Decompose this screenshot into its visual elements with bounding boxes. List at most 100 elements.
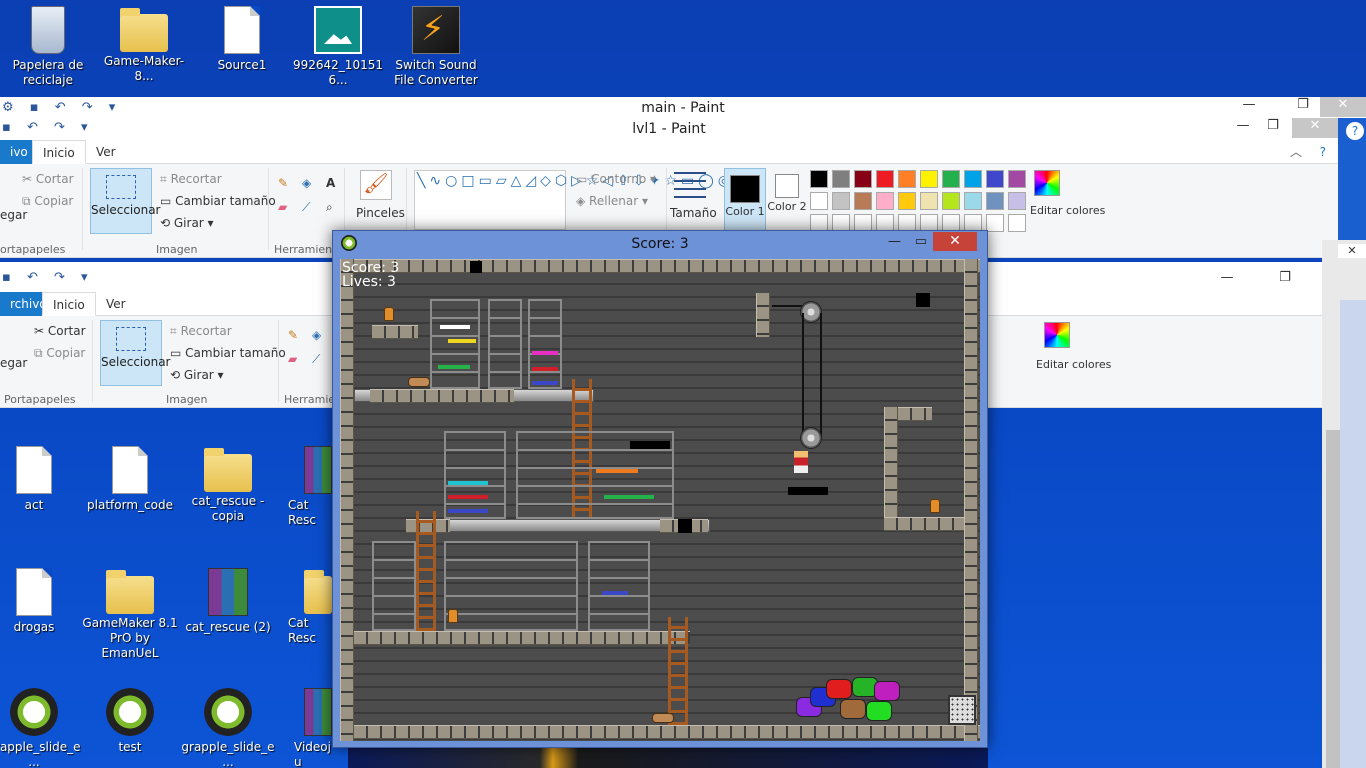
minimize-button[interactable]: —: [1232, 97, 1266, 117]
cut-button[interactable]: ✂ Cortar: [22, 172, 74, 186]
eraser-icon[interactable]: ▰: [288, 352, 297, 366]
scrollbar-thumb[interactable]: [1326, 430, 1340, 768]
tab-view[interactable]: Ver: [86, 140, 126, 164]
brushes-icon[interactable]: 🖌: [360, 170, 392, 200]
close-icon[interactable]: ✕: [1338, 244, 1366, 258]
cut-button[interactable]: ✂ Cortar: [34, 324, 86, 338]
resize-button[interactable]: ▭ Cambiar tamaño: [170, 346, 286, 360]
desktop-icon-cat-rescue-archive[interactable]: Cat Resc: [276, 446, 336, 528]
color1-button[interactable]: Color 1: [724, 168, 766, 238]
palette-swatch[interactable]: [832, 170, 850, 188]
palette-swatch-empty[interactable]: [1008, 214, 1026, 232]
color-picker-icon[interactable]: ⟋: [302, 200, 310, 215]
palette-swatch[interactable]: [920, 170, 938, 188]
select-button[interactable]: Seleccionar: [90, 168, 160, 234]
size-button[interactable]: Tamaño: [670, 206, 717, 220]
fill-button[interactable]: ◈ Rellenar ▾: [576, 194, 648, 208]
palette-swatch-empty[interactable]: [986, 214, 1004, 232]
crop-button[interactable]: ⌗ Recortar: [170, 324, 232, 339]
desktop-icon-cat-rescue-folder[interactable]: Cat Resc: [276, 568, 336, 646]
desktop-icon-act[interactable]: act: [0, 446, 82, 513]
shapes-gallery[interactable]: ╲∿○□▭▱△◿◇⬡▷☆◁⇧⇩✦☆▭◯◎: [414, 170, 730, 230]
palette-swatch[interactable]: [898, 170, 916, 188]
help-icon[interactable]: ?: [1346, 122, 1364, 140]
desktop-icon-test[interactable]: test: [82, 688, 178, 755]
size-icon[interactable]: [674, 172, 706, 200]
desktop-icon-videojuegos[interactable]: Videoju: [276, 688, 336, 768]
color-picker-icon[interactable]: ⟋: [312, 352, 320, 367]
edit-colors-icon[interactable]: [1044, 322, 1070, 348]
maximize-button[interactable]: ❐: [1286, 97, 1320, 117]
maximize-button[interactable]: ▭: [915, 234, 927, 249]
desktop-icon-grapple-slide-2[interactable]: grapple_slide_e...: [180, 688, 276, 768]
minimize-button[interactable]: —: [1210, 270, 1244, 290]
desktop-icon-recycle-bin[interactable]: Papelera de reciclaje: [0, 6, 96, 88]
fill-bucket-icon[interactable]: ◈: [312, 328, 321, 342]
tab-home[interactable]: Inicio: [42, 292, 96, 316]
book: [448, 481, 488, 485]
crop-button[interactable]: ⌗ Recortar: [160, 172, 222, 187]
paste-button[interactable]: egar: [0, 356, 27, 370]
game-canvas[interactable]: Score: 3 Lives: 3: [340, 259, 980, 741]
magnifier-icon[interactable]: ⌕: [326, 200, 333, 215]
select-button[interactable]: Seleccionar: [100, 320, 170, 386]
rotate-button[interactable]: ⟲ Girar ▾: [160, 216, 214, 230]
palette-swatch[interactable]: [854, 170, 872, 188]
tab-home[interactable]: Inicio: [32, 140, 86, 164]
close-button[interactable]: ✕: [1320, 97, 1366, 117]
desktop-icon-gamemaker-folder[interactable]: GameMaker 8.1 PrO by EmanUeL: [82, 568, 178, 661]
tab-view[interactable]: Ver: [96, 292, 136, 316]
palette-swatch[interactable]: [876, 192, 894, 210]
desktop-icon-source1[interactable]: Source1: [194, 6, 290, 73]
palette-swatch[interactable]: [964, 170, 982, 188]
palette-swatch[interactable]: [810, 170, 828, 188]
resize-button[interactable]: ▭ Cambiar tamaño: [160, 194, 276, 208]
maximize-button[interactable]: ❐: [1256, 118, 1290, 138]
palette-swatch[interactable]: [832, 192, 850, 210]
palette-swatch[interactable]: [1008, 192, 1026, 210]
maximize-button[interactable]: ❐: [1268, 270, 1302, 290]
palette-swatch[interactable]: [876, 170, 894, 188]
eraser-icon[interactable]: ▰: [278, 200, 287, 214]
palette-swatch[interactable]: [810, 192, 828, 210]
desktop-icon-sound-converter[interactable]: Switch Sound File Converter: [388, 6, 484, 88]
palette-swatch[interactable]: [942, 192, 960, 210]
close-button[interactable]: ✕: [933, 232, 977, 251]
palette-swatch[interactable]: [942, 170, 960, 188]
brushes-button[interactable]: Pinceles: [356, 206, 405, 220]
paste-button[interactable]: egar: [0, 208, 27, 222]
palette-swatch[interactable]: [986, 192, 1004, 210]
outline-button[interactable]: ▭ Contorno ▾: [576, 172, 656, 186]
desktop-icon-grapple-slide-1[interactable]: grapple_slide_e...: [0, 688, 82, 768]
collapse-ribbon-icon[interactable]: ︿: [1280, 140, 1312, 164]
palette-swatch[interactable]: [964, 192, 982, 210]
fill-bucket-icon[interactable]: ◈: [302, 176, 311, 190]
palette-swatch[interactable]: [898, 192, 916, 210]
rotate-button[interactable]: ⟲ Girar ▾: [170, 368, 224, 382]
text-icon[interactable]: A: [326, 176, 335, 190]
color2-button[interactable]: Color 2: [766, 168, 808, 228]
desktop-icon-platform-code[interactable]: platform_code: [82, 446, 178, 513]
desktop-icon-drogas[interactable]: drogas: [0, 568, 82, 635]
copy-button[interactable]: ⧉ Copiar: [22, 194, 73, 209]
desktop-icon-cat-rescue-2[interactable]: cat_rescue (2): [180, 568, 276, 635]
help-icon[interactable]: ?: [1310, 140, 1336, 164]
copy-button[interactable]: ⧉ Copiar: [34, 346, 85, 361]
close-button[interactable]: ✕: [1292, 118, 1338, 138]
edit-colors-label[interactable]: Editar colores: [1036, 358, 1111, 371]
minimize-button[interactable]: —: [1226, 118, 1260, 138]
quick-access-toolbar[interactable]: ▪ ↶ ↷ ▾: [2, 270, 94, 285]
paint-window-main: ⚙ ▪ ↶ ↷ ▾ main - Paint — ❐ ✕: [0, 97, 1366, 119]
desktop-icon-cat-rescue-copia[interactable]: cat_rescue - copia: [180, 446, 276, 524]
minimize-button[interactable]: —: [888, 234, 901, 249]
palette-swatch[interactable]: [854, 192, 872, 210]
desktop-icon-game-maker-folder[interactable]: Game-Maker-8...: [96, 6, 192, 84]
pencil-icon[interactable]: ✎: [288, 328, 298, 342]
palette-swatch[interactable]: [1008, 170, 1026, 188]
palette-swatch[interactable]: [986, 170, 1004, 188]
palette-swatch[interactable]: [920, 192, 938, 210]
pencil-icon[interactable]: ✎: [278, 176, 288, 190]
edit-colors-icon[interactable]: [1034, 170, 1060, 196]
edit-colors-label[interactable]: Editar colores: [1030, 204, 1105, 217]
desktop-icon-photo[interactable]: 992642_101516...: [290, 6, 386, 88]
